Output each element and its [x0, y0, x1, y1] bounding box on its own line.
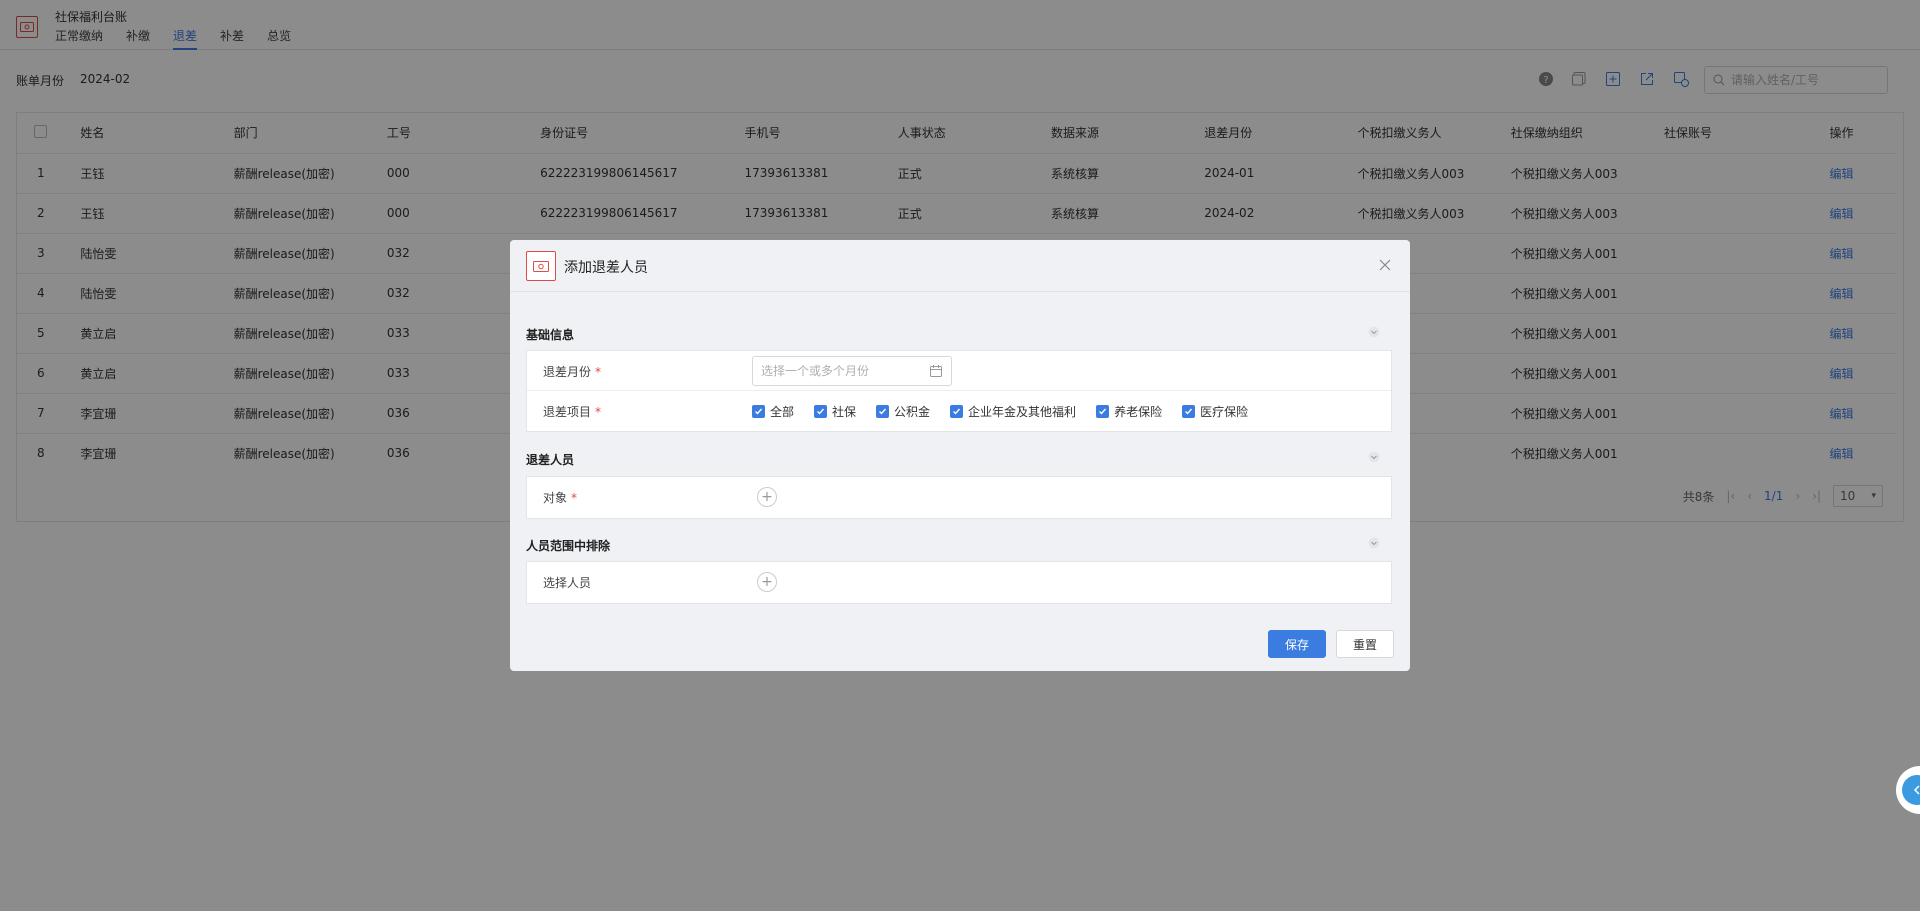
dialog-title: 添加退差人员 [564, 260, 648, 276]
dialog-logo-icon [526, 251, 556, 281]
refund-items-label: 退差项目 * [543, 405, 602, 419]
collapse-icon[interactable] [1366, 324, 1382, 340]
refund-item-label: 公积金 [894, 405, 931, 419]
chevron-left-icon [1902, 775, 1920, 805]
refund-item-label: 社保 [832, 405, 857, 419]
add-exclude-button[interactable]: + [757, 572, 777, 592]
select-person-row: 选择人员 + [527, 562, 1391, 603]
checkmark-icon [814, 405, 828, 418]
reset-button[interactable]: 重置 [1336, 630, 1394, 658]
refund-items-row: 退差项目 * 全部 社保 公积金 企业年金及其他福利 养老保险 医疗保险 [527, 391, 1391, 431]
section-people-title: 退差人员 [526, 453, 575, 467]
refund-item-label: 企业年金及其他福利 [968, 405, 1077, 419]
required-mark: * [595, 365, 602, 379]
refund-item-checkbox[interactable]: 企业年金及其他福利 [950, 403, 1076, 420]
required-mark: * [595, 405, 602, 419]
section-basic-title: 基础信息 [526, 328, 575, 342]
refund-month-picker[interactable] [752, 356, 952, 386]
refund-item-label: 养老保险 [1114, 405, 1163, 419]
refund-item-checkbox[interactable]: 医疗保险 [1182, 403, 1248, 420]
add-target-button[interactable]: + [757, 487, 777, 507]
refund-item-checkbox[interactable]: 养老保险 [1096, 403, 1162, 420]
refund-item-label: 医疗保险 [1200, 405, 1249, 419]
refund-items-checkbox-group: 全部 社保 公积金 企业年金及其他福利 养老保险 医疗保险 [752, 403, 1268, 420]
people-panel: 对象 * + [526, 476, 1392, 519]
refund-month-input[interactable] [761, 364, 921, 378]
collapse-icon[interactable] [1366, 535, 1382, 551]
checkmark-icon [876, 405, 890, 418]
checkmark-icon [950, 405, 964, 418]
exclude-panel: 选择人员 + [526, 561, 1392, 604]
checkmark-icon [1096, 405, 1110, 418]
refund-month-label: 退差月份 * [543, 365, 602, 379]
required-mark: * [571, 491, 578, 505]
close-icon[interactable] [1376, 256, 1394, 274]
section-exclude-title: 人员范围中排除 [526, 539, 611, 553]
target-row: 对象 * + [527, 477, 1391, 518]
refund-month-row: 退差月份 * [527, 351, 1391, 391]
select-person-label: 选择人员 [543, 576, 592, 590]
collapse-icon[interactable] [1366, 449, 1382, 465]
calendar-icon [929, 364, 943, 381]
refund-item-label: 全部 [770, 405, 795, 419]
refund-item-checkbox[interactable]: 全部 [752, 403, 794, 420]
checkmark-icon [1182, 405, 1196, 418]
add-refund-person-dialog: 添加退差人员 基础信息 退差月份* 退差项目* 全部 社保 公积金 企业年金及其他福利… [510, 240, 1410, 671]
save-button[interactable]: 保存 [1268, 630, 1326, 658]
refund-item-checkbox[interactable]: 社保 [814, 403, 856, 420]
basic-info-panel: 退差月份* 退差项目* 全部 社保 公积金 企业年金及其他福利 养老保险 医疗保险 [526, 350, 1392, 432]
target-label: 对象 * [543, 491, 578, 505]
dialog-header: 添加退差人员 [510, 240, 1410, 292]
checkmark-icon [752, 405, 765, 418]
refund-item-checkbox[interactable]: 公积金 [876, 403, 930, 420]
